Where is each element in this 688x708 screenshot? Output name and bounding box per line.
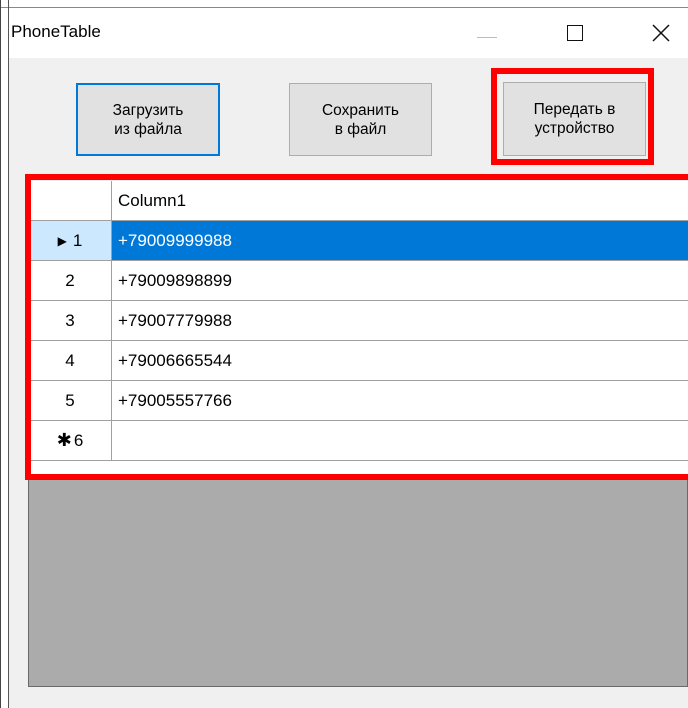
phone-cell[interactable]: +79009999988 xyxy=(112,221,688,261)
grid-empty-area xyxy=(28,479,688,687)
grid-header-row: Column1 xyxy=(29,181,688,221)
current-row-arrow-icon: ▶ xyxy=(57,233,67,248)
row-header[interactable]: 3 xyxy=(29,301,112,341)
maximize-button[interactable] xyxy=(551,8,597,58)
phone-grid[interactable]: Column1 ▶ 1 +79009999988 2 +79009898899 … xyxy=(29,181,688,476)
minimize-icon xyxy=(477,37,497,38)
column1-header[interactable]: Column1 xyxy=(112,181,688,221)
table-row[interactable]: 3 +79007779988 xyxy=(29,301,688,341)
grid-corner-header[interactable] xyxy=(29,181,112,221)
row-number: 2 xyxy=(65,270,75,290)
phone-cell[interactable]: +79009898899 xyxy=(112,261,688,301)
phone-cell[interactable]: +79006665544 xyxy=(112,341,688,381)
row-header[interactable]: 4 xyxy=(29,341,112,381)
app-window: PhoneTable Загрузить из файла Сохранить … xyxy=(9,8,688,708)
row-number: 6 xyxy=(73,430,84,450)
background-window-border xyxy=(0,0,1,708)
table-row[interactable]: 4 +79006665544 xyxy=(29,341,688,381)
background-window-edge xyxy=(0,0,688,8)
phone-cell[interactable]: +79007779988 xyxy=(112,301,688,341)
phone-cell[interactable]: +79005557766 xyxy=(112,381,688,421)
save-to-file-button[interactable]: Сохранить в файл xyxy=(289,83,432,156)
row-header[interactable]: 5 xyxy=(29,381,112,421)
row-header[interactable]: ✱ 6 xyxy=(29,421,112,461)
load-from-file-button[interactable]: Загрузить из файла xyxy=(76,83,220,156)
new-row[interactable]: ✱ 6 xyxy=(29,421,688,461)
table-row[interactable]: 2 +79009898899 xyxy=(29,261,688,301)
minimize-button[interactable] xyxy=(465,8,511,58)
row-number: 4 xyxy=(65,350,75,370)
title-bar[interactable]: PhoneTable xyxy=(9,8,688,58)
phone-cell-new[interactable] xyxy=(112,421,688,461)
row-number: 3 xyxy=(65,310,75,330)
new-row-asterisk-icon: ✱ xyxy=(56,430,72,450)
row-number: 5 xyxy=(65,390,75,410)
table-row[interactable]: 5 +79005557766 xyxy=(29,381,688,421)
window-title: PhoneTable xyxy=(11,22,101,41)
close-button[interactable] xyxy=(639,8,685,58)
table-row[interactable]: ▶ 1 +79009999988 xyxy=(29,221,688,261)
row-header[interactable]: 2 xyxy=(29,261,112,301)
send-to-device-button[interactable]: Передать в устройство xyxy=(503,82,646,156)
close-icon xyxy=(652,24,670,42)
row-header[interactable]: ▶ 1 xyxy=(29,221,112,261)
row-number: 1 xyxy=(72,230,83,250)
maximize-icon xyxy=(567,25,583,41)
